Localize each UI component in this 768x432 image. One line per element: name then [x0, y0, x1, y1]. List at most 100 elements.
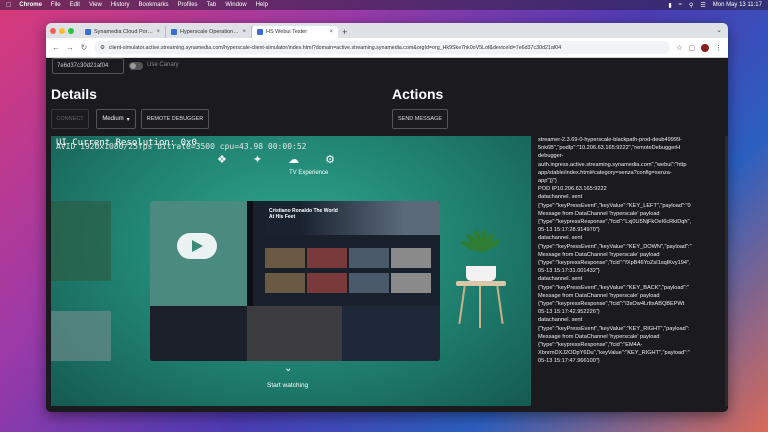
log-line: 05-13 15:17:28.914970"} [538, 227, 600, 234]
log-line: {"type":"keyPressEvent","keyValue":"KEY_… [538, 284, 690, 291]
menu-view[interactable]: View [89, 2, 102, 8]
message-log: streamer-2.3.69-0-hyperscale-blackpath-p… [538, 136, 728, 406]
osd-resolution: UI Current Resolution: 0x0 [56, 138, 197, 148]
log-line: Message from DataChannel 'hyperscale' pa… [538, 251, 660, 258]
menu-app-name[interactable]: Chrome [19, 2, 42, 8]
avatar[interactable] [701, 43, 709, 52]
preview-hero-title: Cristiano Ronaldo The World At His Feet [269, 208, 338, 220]
log-line: app"}}"} [538, 178, 557, 185]
log-line: {"type":"keypressResponse","fcid":"EM4A- [538, 342, 643, 349]
new-tab-icon[interactable]: + [342, 26, 347, 38]
control-center-icon[interactable]: ☰ [700, 2, 705, 9]
log-line: datachannel. sent [538, 235, 583, 242]
address-bar[interactable]: ⚙ client-simulator.active.streaming.syna… [94, 41, 671, 54]
log-line: Message from DataChannel 'hyperscale' pa… [538, 292, 660, 299]
preview-home-screen: Cristiano Ronaldo The World At His Feet [247, 201, 440, 306]
preview-tile [150, 306, 247, 361]
log-line: datachannel. sent [538, 194, 583, 201]
device-id-field[interactable]: 7e6d37c30d21af04 [52, 58, 124, 74]
chevron-down-icon: ⌄ [284, 363, 293, 374]
log-line: {"type":"keypressResponse","fcid":"Lxj0U… [538, 219, 691, 226]
tab-strip: Synamedia Cloud Portal | Ho... × Hypersc… [46, 23, 728, 38]
log-line: POD IP10.206.63.165:9222 [538, 186, 607, 193]
tv-ui-preview: Cristiano Ronaldo The World At His Feet [150, 201, 440, 361]
reload-icon[interactable]: ↻ [80, 43, 88, 52]
zoom-window-button[interactable] [68, 27, 74, 34]
more-menu-icon[interactable]: ⋮ [715, 44, 722, 52]
apple-icon[interactable]:  [6, 2, 11, 9]
sparkle-icon[interactable]: ✦ [253, 153, 262, 166]
close-tab-icon[interactable]: × [329, 29, 333, 35]
menu-clock[interactable]: Mon May 13 11:17 [713, 2, 762, 8]
browser-toolbar: ← → ↻ ⚙ client-simulator.active.streamin… [46, 38, 728, 58]
menu-file[interactable]: File [51, 2, 61, 8]
menu-tab[interactable]: Tab [207, 2, 217, 8]
tab-label: Hyperscale Operations UI [180, 29, 240, 35]
menu-history[interactable]: History [111, 2, 130, 8]
log-line: datachannel. sent [538, 276, 583, 283]
menu-edit[interactable]: Edit [70, 2, 80, 8]
log-line: Message from DataChannel 'hyperscale' pa… [538, 210, 660, 217]
tab-search-chevron-icon[interactable]: ⌄ [716, 26, 722, 34]
bookmark-star-icon[interactable]: ☆ [676, 44, 682, 52]
start-watching-label[interactable]: Start watching [267, 382, 308, 389]
site-info-icon[interactable]: ⚙ [100, 45, 105, 51]
preview-row [265, 273, 431, 293]
synamedia-favicon-icon [171, 29, 177, 35]
cloud-play-logo-icon [177, 233, 217, 259]
close-tab-icon[interactable]: × [242, 29, 246, 35]
menu-window[interactable]: Window [225, 2, 246, 8]
preview-row [265, 248, 431, 268]
extensions-icon[interactable]: ▢ [688, 44, 695, 52]
forward-icon[interactable]: → [66, 43, 74, 52]
quality-select[interactable]: Medium ▾ [96, 109, 136, 129]
remote-debugger-button[interactable]: REMOTE DEBUGGER [141, 109, 209, 129]
stream-player[interactable]: AVID 1920x1080/25fps bitrate=3500 cpu=43… [51, 136, 531, 406]
log-line: 05-13 15:17:31.001432"} [538, 268, 600, 275]
canary-toggle[interactable] [129, 62, 143, 70]
minimize-window-button[interactable] [59, 27, 65, 34]
wifi-icon[interactable]: ≈ [679, 2, 682, 8]
log-line: {"type":"keypressResponse","fcid":"fXpB4… [538, 260, 691, 267]
tab-label: HS Webui Tester [266, 29, 308, 35]
menu-profiles[interactable]: Profiles [178, 2, 198, 8]
connect-button[interactable]: CONNECT [51, 109, 89, 129]
tv-experience-label: TV Experience [289, 170, 329, 176]
close-tab-icon[interactable]: × [156, 29, 160, 35]
send-message-button[interactable]: SEND MESSAGE [392, 109, 448, 129]
log-line: 5nk6B","podIp":"10.206.63.165:9222","rem… [538, 145, 681, 152]
address-url: client-simulator.active.streaming.syname… [108, 44, 562, 51]
log-line: 05-13 15:17:42.952226"} [538, 309, 600, 316]
tab-hyperscale-ops[interactable]: Hyperscale Operations UI × [166, 26, 252, 38]
actions-heading: Actions [392, 86, 444, 102]
log-line: XbnrmDXJ2ODpY6Du","keyValue":"KEY_RIGHT"… [538, 350, 690, 357]
back-icon[interactable]: ← [52, 43, 60, 52]
plant-pot [466, 266, 496, 281]
side-thumbnail [51, 201, 111, 281]
quality-value: Medium [102, 116, 124, 122]
synamedia-favicon-icon [85, 29, 91, 35]
log-line: {"type":"keyPressEvent","keyValue":"KEY_… [538, 243, 692, 250]
menu-help[interactable]: Help [256, 2, 268, 8]
table-leg [496, 286, 504, 324]
canary-label: Use Canary [147, 62, 179, 68]
browser-window: Synamedia Cloud Portal | Ho... × Hypersc… [46, 23, 728, 412]
search-icon[interactable]: ⚲ [689, 2, 693, 9]
log-scrollbar[interactable] [725, 136, 728, 406]
log-line: streamer-2.3.69-0-hyperscale-blackpath-p… [538, 137, 682, 143]
menu-bookmarks[interactable]: Bookmarks [139, 2, 169, 8]
navigate-icon[interactable]: ❖ [217, 153, 227, 166]
side-thumbnail [51, 311, 111, 361]
cloud-icon[interactable]: ☁ [288, 153, 299, 166]
tab-hs-webui-tester[interactable]: HS Webui Tester × [252, 26, 338, 38]
log-line: {"type":"keyPressEvent","keyValue":"KEY_… [538, 202, 691, 209]
plant-illustration [456, 221, 506, 271]
battery-icon[interactable]: ▮ [668, 2, 671, 9]
macos-menubar:  Chrome File Edit View History Bookmark… [0, 0, 768, 10]
tv-top-menu: ❖ ✦ ☁ ⚙ [217, 153, 335, 166]
tab-synamedia-portal[interactable]: Synamedia Cloud Portal | Ho... × [80, 26, 166, 38]
log-line: datachannel. sent [538, 317, 583, 324]
close-window-button[interactable] [50, 27, 56, 34]
page-content: 7e6d37c30d21af04 Use Canary Details Acti… [46, 58, 728, 412]
gear-icon[interactable]: ⚙ [325, 153, 335, 166]
